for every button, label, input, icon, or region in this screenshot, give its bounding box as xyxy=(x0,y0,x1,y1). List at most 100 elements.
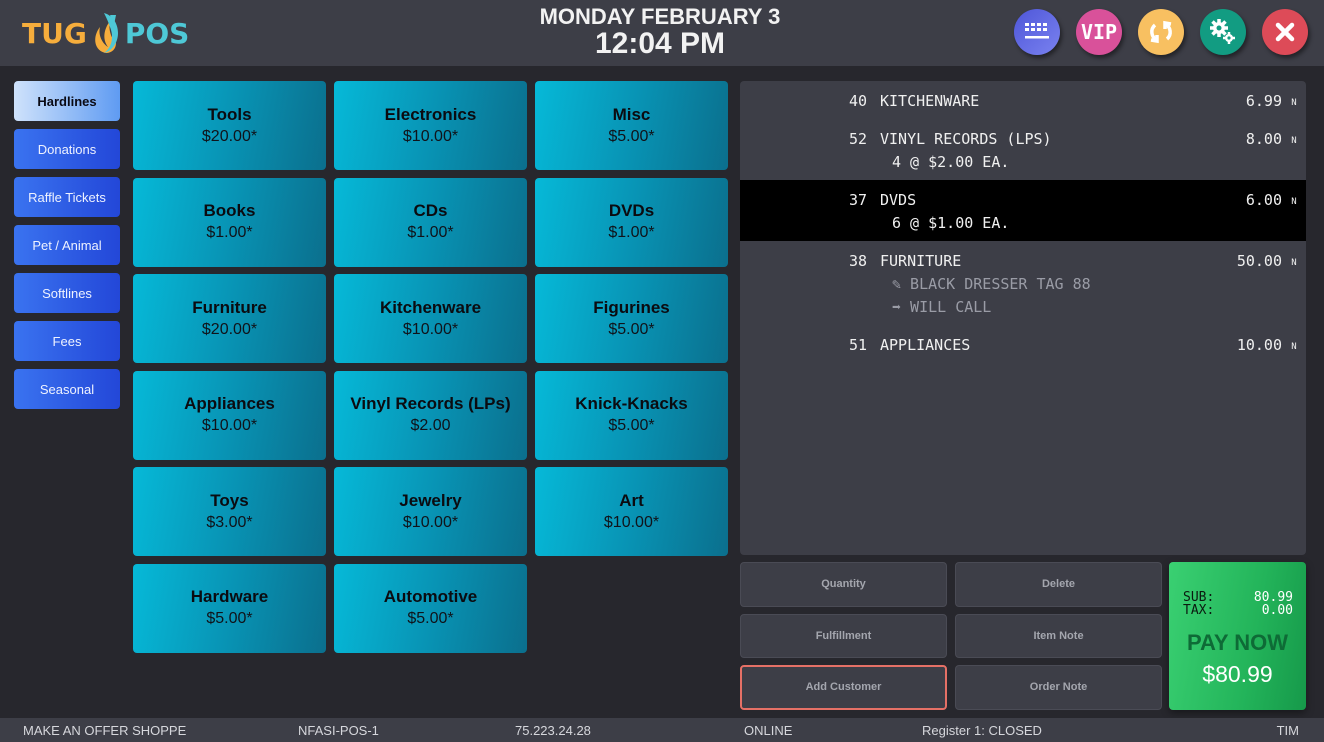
product-name: Books xyxy=(203,201,256,220)
product-price: $1.00* xyxy=(407,224,454,241)
ticket-line[interactable]: 37 DVDS 6.00 N 6 @ $1.00 EA. xyxy=(740,180,1306,241)
ticket-line[interactable]: 51 APPLIANCES 10.00 N xyxy=(740,325,1306,363)
ticket-line[interactable]: 52 VINYL RECORDS (LPS) 8.00 N 4 @ $2.00 EA. xyxy=(740,119,1306,180)
connection-status: ONLINE xyxy=(744,723,793,738)
product-tile[interactable]: Kitchenware $10.00* xyxy=(334,274,527,363)
category-raffle-tickets[interactable]: Raffle Tickets xyxy=(14,177,120,217)
product-tile[interactable]: Misc $5.00* xyxy=(535,81,728,170)
pay-now-button[interactable]: SUB: 80.99 TAX: 0.00 PAY NOW $80.99 xyxy=(1169,562,1306,710)
category-fees[interactable]: Fees xyxy=(14,321,120,361)
product-name: Appliances xyxy=(184,394,275,413)
order-ticket[interactable]: 40 KITCHENWARE 6.99 N 52 VINYL RECORDS (LPS) 8… xyxy=(740,81,1306,555)
ticket-line-main: 51 APPLIANCES 10.00 N xyxy=(740,334,1306,356)
category-donations[interactable]: Donations xyxy=(14,129,120,169)
line-note: ➡ WILL CALL xyxy=(892,297,992,316)
product-price: $10.00* xyxy=(402,127,459,145)
add-customer-button[interactable]: Add Customer xyxy=(740,665,947,710)
product-tile[interactable]: Figurines $5.00* xyxy=(535,274,728,363)
tax-flag: N xyxy=(1291,135,1297,146)
store-name: MAKE AN OFFER SHOPPE xyxy=(23,723,187,738)
product-tile[interactable]: Toys $3.00* xyxy=(133,467,326,556)
product-name: CDs xyxy=(413,201,448,220)
status-bar: MAKE AN OFFER SHOPPE NFASI-POS-1 75.223.… xyxy=(0,718,1324,742)
line-detail: 4 @ $2.00 EA. xyxy=(892,152,1010,171)
product-name: Tools xyxy=(207,104,252,124)
category-softlines[interactable]: Softlines xyxy=(14,273,120,313)
gear-icon xyxy=(1210,19,1235,44)
register-status: Register 1: CLOSED xyxy=(922,723,1042,738)
line-amount: 6.99 xyxy=(1245,92,1282,110)
line-code: 40 xyxy=(848,92,867,110)
product-tile[interactable]: CDs $1.00* xyxy=(334,177,527,267)
ticket-line[interactable]: 40 KITCHENWARE 6.99 N xyxy=(740,81,1306,119)
pos-app: TUG POS MONDAY FEBRUARY 3 12:04 PM VIP H… xyxy=(0,0,1324,742)
order-note-button[interactable]: Order Note xyxy=(955,665,1162,710)
settings-button[interactable] xyxy=(1200,9,1246,55)
terminal-id: NFASI-POS-1 xyxy=(298,723,379,738)
fulfillment-button[interactable]: Fulfillment xyxy=(740,613,947,658)
time-display: 12:04 PM xyxy=(594,27,726,60)
product-tile[interactable]: Books $1.00* xyxy=(133,177,326,267)
product-price: $5.00* xyxy=(206,610,253,627)
sync-button[interactable] xyxy=(1138,9,1184,55)
product-tile[interactable]: Electronics $10.00* xyxy=(334,81,527,170)
product-tile[interactable]: DVDs $1.00* xyxy=(535,177,728,267)
tax-value: 0.00 xyxy=(1261,603,1293,618)
product-name: Hardware xyxy=(190,587,269,606)
category-hardlines[interactable]: Hardlines xyxy=(14,81,120,121)
ticket-line-main: 52 VINYL RECORDS (LPS) 8.00 N xyxy=(740,128,1306,150)
product-tile[interactable]: Hardware $5.00* xyxy=(133,563,326,653)
quantity-button[interactable]: Quantity xyxy=(740,562,947,607)
product-name: DVDs xyxy=(608,201,655,220)
close-button[interactable] xyxy=(1262,9,1308,55)
product-price: $10.00* xyxy=(402,513,459,531)
item-note-button[interactable]: Item Note xyxy=(955,613,1162,658)
tax-label: TAX: xyxy=(1183,603,1215,618)
product-tile[interactable]: Appliances $10.00* xyxy=(133,370,326,460)
line-description: FURNITURE xyxy=(880,252,962,270)
sync-icon xyxy=(1150,20,1172,44)
product-price: $1.00* xyxy=(608,224,655,241)
logo-text-left: TUG xyxy=(22,16,87,50)
product-grid: Tools $20.00* Electronics $10.00* Misc $5.00*… xyxy=(133,81,728,653)
product-tile[interactable]: Vinyl Records (LPs) $2.00 xyxy=(334,370,527,460)
tax-flag: N xyxy=(1291,341,1297,352)
category-list: Hardlines Donations Raffle Tickets Pet / An… xyxy=(14,81,120,417)
product-tile[interactable]: Tools $20.00* xyxy=(133,81,326,170)
header-actions: VIP xyxy=(1014,9,1308,55)
product-tile[interactable]: Art $10.00* xyxy=(535,467,728,556)
product-price: $10.00* xyxy=(603,513,660,531)
keyboard-button[interactable] xyxy=(1014,9,1060,55)
product-name: Knick-Knacks xyxy=(575,394,688,413)
ticket-line-main: 40 KITCHENWARE 6.99 N xyxy=(740,90,1306,112)
category-pet-animal[interactable]: Pet / Animal xyxy=(14,225,120,265)
user-name: TIM xyxy=(1276,723,1299,738)
line-code: 51 xyxy=(848,336,867,354)
line-amount: 50.00 xyxy=(1236,252,1282,270)
close-icon xyxy=(1275,22,1295,42)
vip-button[interactable]: VIP xyxy=(1076,9,1122,55)
header: TUG POS MONDAY FEBRUARY 3 12:04 PM VIP xyxy=(0,0,1324,66)
ip-address: 75.223.24.28 xyxy=(515,723,591,738)
line-amount: 6.00 xyxy=(1245,191,1282,209)
category-seasonal[interactable]: Seasonal xyxy=(14,369,120,409)
product-tile[interactable]: Jewelry $10.00* xyxy=(334,467,527,556)
product-tile[interactable]: Automotive $5.00* xyxy=(334,563,527,653)
delete-button[interactable]: Delete xyxy=(955,562,1162,607)
product-price: $1.00* xyxy=(206,224,253,241)
product-tile[interactable]: Furniture $20.00* xyxy=(133,274,326,363)
pay-total: $80.99 xyxy=(1202,661,1273,687)
product-tile[interactable]: Knick-Knacks $5.00* xyxy=(535,370,728,460)
datetime: MONDAY FEBRUARY 3 12:04 PM xyxy=(500,5,820,59)
product-name: Misc xyxy=(612,104,651,124)
product-name: Art xyxy=(619,490,644,510)
ticket-line-main: 37 DVDS 6.00 N xyxy=(740,189,1306,211)
ticket-line[interactable]: 38 FURNITURE 50.00 N ✎ BLACK DRESSER TAG 88 ➡… xyxy=(740,241,1306,325)
product-price: $10.00* xyxy=(201,417,258,434)
tax-row: TAX: 0.00 xyxy=(1183,604,1293,617)
product-name: Figurines xyxy=(593,297,670,317)
totals: SUB: 80.99 TAX: 0.00 xyxy=(1183,591,1293,617)
logo-flame-icon xyxy=(95,13,118,53)
product-name: Kitchenware xyxy=(379,297,482,317)
line-description: VINYL RECORDS (LPS) xyxy=(880,130,1052,148)
